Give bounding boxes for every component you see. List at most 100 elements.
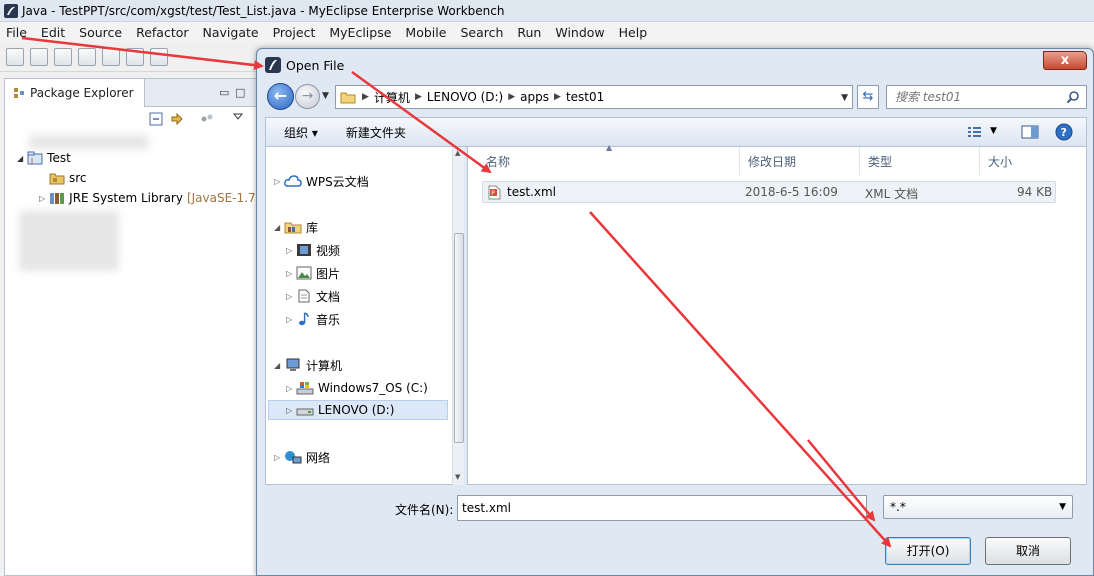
open-button[interactable]: 打开(O) — [885, 537, 971, 565]
nav-wps-cloud[interactable]: ▷ WPS云文档 — [274, 171, 369, 191]
scrollbar-thumb[interactable] — [454, 233, 464, 443]
menu-myeclipse[interactable]: MyEclipse — [329, 25, 391, 40]
breadcrumb-separator-icon[interactable]: ▶ — [362, 92, 369, 102]
breadcrumb-separator-icon[interactable]: ▶ — [554, 92, 561, 102]
breadcrumb-drive-d[interactable]: LENOVO (D:) — [427, 90, 503, 104]
new-folder-button[interactable]: 新建文件夹 — [346, 124, 406, 141]
jre-label: JRE System Library — [69, 191, 183, 205]
navigation-pane: ▷ WPS云文档 ◢ 库 ▷ 视频 ▷ 图片 ▷ 文档 ▷ 音乐 ◢ 计算机 ▷… — [265, 147, 464, 485]
nav-music[interactable]: ▷ 音乐 — [286, 309, 340, 329]
search-icon[interactable] — [1066, 90, 1080, 104]
binary-icon[interactable] — [126, 47, 144, 66]
scroll-down-icon[interactable]: ▼ — [455, 473, 460, 481]
link-with-editor-icon[interactable] — [169, 111, 185, 127]
new-project-icon[interactable] — [30, 47, 48, 66]
breadcrumb-test01[interactable]: test01 — [566, 90, 604, 104]
file-name: test.xml — [507, 185, 556, 199]
java-project-icon: J — [27, 151, 43, 165]
organize-button[interactable]: 组织 ▾ — [284, 124, 318, 141]
nav-label: 网络 — [306, 450, 331, 465]
file-row[interactable]: P test.xml 2018-6-5 16:09 XML 文档 94 KB — [482, 181, 1056, 203]
expanded-arrow-icon[interactable]: ◢ — [274, 361, 284, 370]
breadcrumb-separator-icon[interactable]: ▶ — [415, 92, 422, 102]
menu-refactor[interactable]: Refactor — [136, 25, 188, 40]
menu-run[interactable]: Run — [517, 25, 541, 40]
column-header-name[interactable]: 名称 — [478, 147, 740, 175]
preview-pane-icon[interactable] — [1020, 123, 1040, 141]
music-icon — [299, 312, 309, 326]
nav-documents[interactable]: ▷ 文档 — [286, 286, 340, 306]
package-explorer-tab-label: Package Explorer — [30, 86, 134, 100]
address-dropdown-icon[interactable]: ▼ — [841, 93, 848, 103]
collapsed-arrow-icon[interactable]: ▷ — [286, 406, 296, 415]
tree-jre-library[interactable]: ▷ JRE System Library [JavaSE-1.7 — [39, 191, 256, 205]
menu-help[interactable]: Help — [619, 25, 648, 40]
menu-project[interactable]: Project — [273, 25, 316, 40]
nav-computer[interactable]: ◢ 计算机 — [274, 355, 342, 375]
xml-file-icon: P — [488, 185, 501, 200]
nav-scrollbar[interactable]: ▲ ▼ — [452, 147, 464, 485]
scroll-up-icon[interactable]: ▲ — [455, 149, 460, 157]
package-explorer-icon — [14, 88, 24, 98]
menu-navigate[interactable]: Navigate — [203, 25, 259, 40]
search-input[interactable] — [895, 90, 1055, 104]
collapsed-arrow-icon[interactable]: ▷ — [286, 246, 296, 255]
collapsed-arrow-icon[interactable]: ▷ — [286, 315, 296, 324]
tree-src-folder[interactable]: src — [49, 171, 87, 185]
column-header-type[interactable]: 类型 — [860, 147, 980, 175]
collapse-all-icon[interactable] — [149, 112, 163, 126]
menu-file[interactable]: File — [6, 25, 27, 40]
nav-drive-c[interactable]: ▷ Windows7_OS (C:) — [286, 378, 428, 398]
menu-window[interactable]: Window — [555, 25, 604, 40]
close-button[interactable]: x — [1043, 51, 1087, 70]
recent-locations-icon[interactable]: ▼ — [322, 91, 329, 101]
maximize-icon[interactable]: □ — [235, 87, 246, 98]
tab-package-explorer[interactable]: Package Explorer — [5, 79, 145, 107]
search-box[interactable] — [886, 85, 1087, 109]
nav-drive-d[interactable]: ▷ LENOVO (D:) — [268, 400, 448, 420]
address-bar[interactable]: ▶ 计算机 ▶ LENOVO (D:) ▶ apps ▶ test01 ▼ — [335, 85, 853, 109]
nav-pictures[interactable]: ▷ 图片 — [286, 263, 340, 283]
view-menu-dots-icon[interactable] — [201, 113, 215, 125]
collapsed-arrow-icon[interactable]: ▷ — [286, 269, 296, 278]
svg-text:?: ? — [1061, 126, 1067, 139]
refresh-button[interactable]: ⇆ — [857, 85, 879, 109]
tree-project-test[interactable]: ◢ J Test — [17, 151, 71, 165]
view-dropdown-icon[interactable]: ▼ — [990, 126, 997, 136]
help-icon[interactable]: ? — [1054, 123, 1074, 141]
collapsed-arrow-icon[interactable]: ▷ — [286, 292, 296, 301]
view-menu-icon[interactable] — [233, 113, 243, 121]
collapsed-arrow-icon[interactable]: ▷ — [274, 453, 284, 462]
breadcrumb-separator-icon[interactable]: ▶ — [508, 92, 515, 102]
filename-input[interactable] — [457, 495, 867, 521]
collapsed-arrow-icon[interactable]: ▷ — [286, 384, 296, 393]
collapsed-arrow-icon[interactable]: ▷ — [274, 177, 284, 186]
nav-network[interactable]: ▷ 网络 — [274, 447, 330, 467]
save-icon[interactable] — [54, 47, 72, 66]
address-row: ← → ▼ ▶ 计算机 ▶ LENOVO (D:) ▶ apps ▶ test0… — [265, 83, 1087, 111]
breadcrumb-computer[interactable]: 计算机 — [374, 89, 410, 106]
breadcrumb-apps[interactable]: apps — [520, 90, 549, 104]
file-type: XML 文档 — [865, 187, 919, 201]
menu-search[interactable]: Search — [460, 25, 503, 40]
nav-libraries[interactable]: ◢ 库 — [274, 217, 318, 237]
nav-videos[interactable]: ▷ 视频 — [286, 240, 340, 260]
menu-mobile[interactable]: Mobile — [405, 25, 446, 40]
view-options-icon[interactable] — [966, 123, 986, 141]
forward-button[interactable]: → — [295, 84, 320, 109]
minimize-icon[interactable]: ▭ — [219, 87, 230, 98]
back-button[interactable]: ← — [267, 83, 294, 110]
print-icon[interactable] — [102, 47, 120, 66]
menu-edit[interactable]: Edit — [41, 25, 65, 40]
new-wizard-icon[interactable] — [6, 47, 24, 66]
chevron-down-icon[interactable]: ▼ — [1059, 496, 1066, 518]
jre-version: [JavaSE-1.7 — [186, 191, 256, 205]
save-all-icon[interactable] — [78, 47, 96, 66]
expanded-arrow-icon[interactable]: ◢ — [274, 223, 284, 232]
cancel-button[interactable]: 取消 — [985, 537, 1071, 565]
server-icon[interactable] — [150, 47, 168, 66]
menu-source[interactable]: Source — [79, 25, 122, 40]
filetype-select[interactable]: *.* ▼ — [883, 495, 1073, 519]
column-header-modified[interactable]: 修改日期 — [740, 147, 860, 175]
column-header-size[interactable]: 大小 — [980, 147, 1060, 175]
